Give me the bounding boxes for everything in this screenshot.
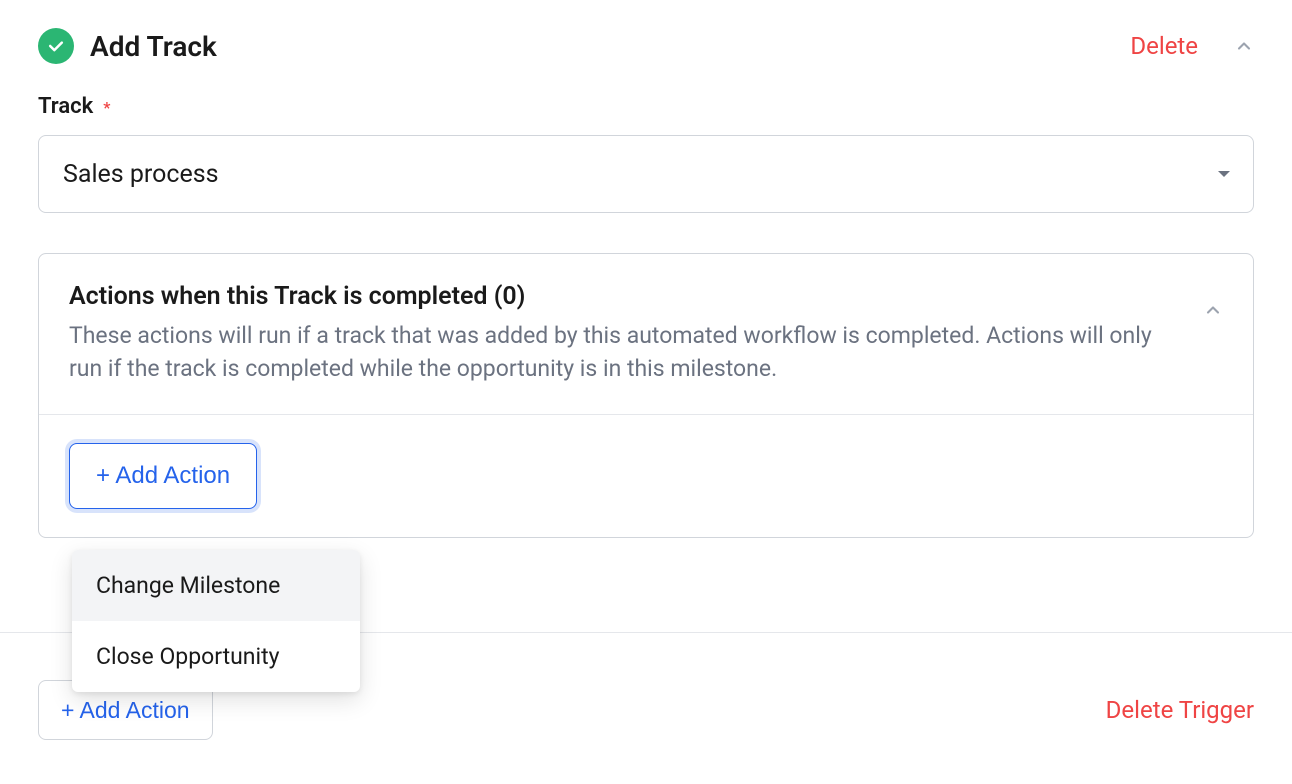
track-select[interactable]: Sales process bbox=[38, 135, 1254, 213]
add-track-card: Add Track Delete Track * Sales process A… bbox=[38, 6, 1254, 582]
delete-button[interactable]: Delete bbox=[1130, 32, 1198, 60]
actions-panel-header: Actions when this Track is completed (0)… bbox=[39, 254, 1253, 414]
actions-panel-title: Actions when this Track is completed (0) bbox=[69, 282, 1183, 311]
required-indicator: * bbox=[103, 98, 110, 117]
actions-panel-header-text: Actions when this Track is completed (0)… bbox=[69, 282, 1203, 386]
chevron-up-icon[interactable] bbox=[1203, 300, 1223, 320]
card-title: Add Track bbox=[90, 30, 217, 63]
dropdown-item-change-milestone[interactable]: Change Milestone bbox=[72, 550, 360, 621]
delete-trigger-button[interactable]: Delete Trigger bbox=[1106, 696, 1254, 724]
track-label: Track bbox=[38, 94, 93, 119]
card-header-left: Add Track bbox=[38, 28, 217, 64]
add-action-dropdown: Change Milestone Close Opportunity bbox=[72, 550, 360, 692]
track-select-value: Sales process bbox=[63, 160, 219, 189]
actions-panel-description: These actions will run if a track that w… bbox=[69, 319, 1183, 386]
card-header-right: Delete bbox=[1130, 32, 1254, 60]
actions-panel-body: + Add Action bbox=[39, 414, 1253, 537]
caret-down-icon bbox=[1218, 171, 1230, 177]
chevron-up-icon[interactable] bbox=[1234, 36, 1254, 56]
track-field-group: Track * Sales process bbox=[38, 94, 1254, 213]
add-action-button[interactable]: + Add Action bbox=[69, 443, 257, 509]
card-header: Add Track Delete bbox=[38, 6, 1254, 88]
check-circle-icon bbox=[38, 28, 74, 64]
track-select-wrapper: Sales process bbox=[38, 135, 1254, 213]
actions-panel: Actions when this Track is completed (0)… bbox=[38, 253, 1254, 538]
dropdown-item-close-opportunity[interactable]: Close Opportunity bbox=[72, 621, 360, 692]
